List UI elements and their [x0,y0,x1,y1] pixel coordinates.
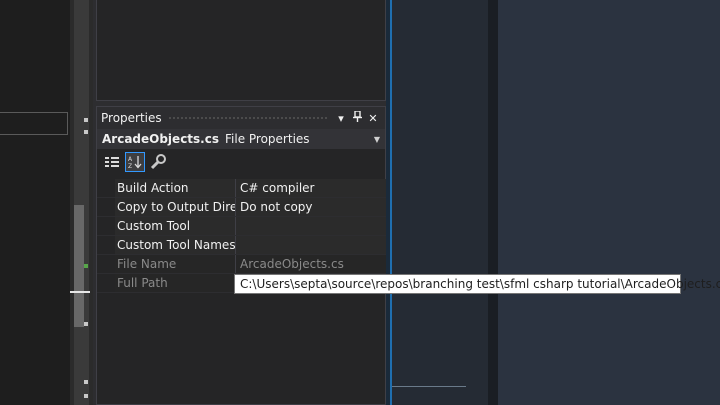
property-row-build-action[interactable]: Build Action C# compiler [97,179,387,198]
property-row-file-name[interactable]: File Name ArcadeObjects.cs [97,255,387,274]
scrollbar-track[interactable] [74,0,89,405]
scroll-marker [84,130,88,134]
chevron-down-icon[interactable]: ▼ [374,135,380,144]
right-document-area [498,0,720,405]
property-name: Custom Tool [115,217,236,235]
property-name: Build Action [115,179,236,197]
row-gutter [97,179,115,197]
pin-icon[interactable] [349,110,365,125]
properties-title: Properties [101,111,162,125]
editor-area[interactable] [0,0,72,405]
property-row-custom-tool-namespace[interactable]: Custom Tool Namespa [97,236,387,255]
object-selector[interactable]: ArcadeObjects.cs File Properties ▼ [97,129,385,149]
object-name: ArcadeObjects.cs [102,132,219,146]
property-name: File Name [115,255,236,273]
tool-window-column: Properties ▾ ✕ ArcadeObjects.cs File Pro… [93,0,387,405]
scrollbar-thumb[interactable] [74,205,84,327]
window-position-dropdown-icon[interactable]: ▾ [333,112,349,125]
property-value: ArcadeObjects.cs [236,255,387,273]
property-name: Custom Tool Namespa [115,236,236,254]
close-icon[interactable]: ✕ [365,112,381,125]
editor-scrollbar[interactable] [70,0,93,405]
full-path-tooltip: C:\Users\septa\source\repos\branching te… [234,274,720,294]
panel-separator [488,0,498,405]
upper-tool-window [96,0,386,101]
properties-window: Properties ▾ ✕ ArcadeObjects.cs File Pro… [96,106,387,405]
property-row-copy-to-output[interactable]: Copy to Output Directo Do not copy [97,198,387,217]
property-row-custom-tool[interactable]: Custom Tool [97,217,387,236]
svg-text:A: A [128,156,133,163]
scroll-marker [84,118,88,122]
caret-marker [70,291,90,293]
property-name: Copy to Output Directo [115,198,236,216]
properties-toolbar: A Z [97,149,385,175]
middle-panel [392,0,488,405]
divider [392,386,466,387]
row-gutter [97,274,115,292]
change-marker [84,264,88,268]
scroll-marker [84,380,88,384]
scroll-marker [84,322,88,326]
alphabetical-icon[interactable]: A Z [125,152,145,172]
wrench-icon[interactable] [148,152,168,172]
row-gutter [97,255,115,273]
property-value[interactable] [236,236,387,254]
property-value[interactable]: C# compiler [236,179,387,197]
property-name: Full Path [115,274,236,292]
object-type: File Properties [225,132,310,146]
property-value[interactable] [236,217,387,235]
drag-grip[interactable] [167,115,327,121]
row-gutter [97,198,115,216]
property-value[interactable]: Do not copy [236,198,387,216]
categorized-icon[interactable] [102,152,122,172]
properties-title-bar[interactable]: Properties ▾ ✕ [97,107,385,129]
row-gutter [97,217,115,235]
row-gutter [97,236,115,254]
scroll-marker [84,394,88,398]
editor-input-box[interactable] [0,112,68,135]
svg-text:Z: Z [128,163,132,169]
